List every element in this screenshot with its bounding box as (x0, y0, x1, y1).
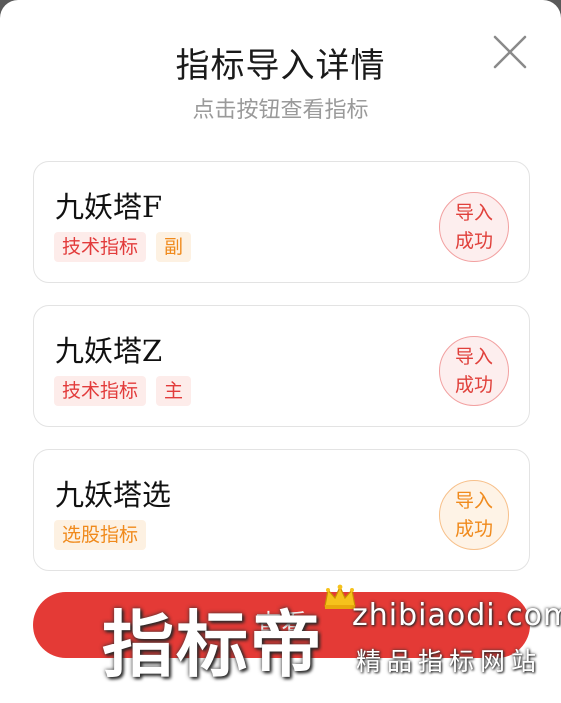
indicator-tags: 选股指标 (54, 520, 147, 550)
close-icon[interactable] (491, 33, 529, 71)
tag-stock-selection: 选股指标 (54, 520, 147, 550)
import-success-badge: 导入 成功 (439, 192, 509, 262)
import-details-dialog: 指标导入详情 点击按钮查看指标 九妖塔F 技术指标 副 导入 成功 九妖塔Z 技… (0, 0, 561, 703)
badge-line2: 成功 (454, 374, 493, 396)
badge-line1: 导入 (454, 346, 493, 368)
indicator-card[interactable]: 九妖塔Z 技术指标 主 导入 成功 (33, 305, 530, 427)
badge-line1: 导入 (454, 490, 493, 512)
badge-line2: 成功 (454, 230, 493, 252)
indicator-name: 九妖塔Z (55, 334, 163, 368)
badge-line1: 导入 (454, 202, 493, 224)
indicator-name: 九妖塔F (55, 190, 163, 224)
dialog-subtitle: 点击按钮查看指标 (192, 98, 369, 123)
indicator-card[interactable]: 九妖塔F 技术指标 副 导入 成功 (33, 161, 530, 283)
tag-technical: 技术指标 (54, 376, 147, 406)
watermark-brand: 指标帝 (102, 603, 325, 687)
watermark-url: zhibiaodi.com (352, 598, 561, 633)
indicator-name: 九妖塔选 (55, 478, 172, 512)
import-success-badge: 导入 成功 (439, 480, 509, 550)
import-success-badge: 导入 成功 (439, 336, 509, 406)
badge-line2: 成功 (454, 518, 493, 540)
indicator-tags: 技术指标 主 (54, 376, 192, 406)
tag-technical: 技术指标 (54, 232, 147, 262)
watermark-slogan: 精品指标网站 (356, 647, 543, 676)
dialog-title: 指标导入详情 (175, 46, 386, 86)
indicator-tags: 技术指标 副 (54, 232, 192, 262)
tag-main: 主 (156, 376, 192, 406)
tag-secondary: 副 (156, 232, 192, 262)
indicator-card[interactable]: 九妖塔选 选股指标 导入 成功 (33, 449, 530, 571)
